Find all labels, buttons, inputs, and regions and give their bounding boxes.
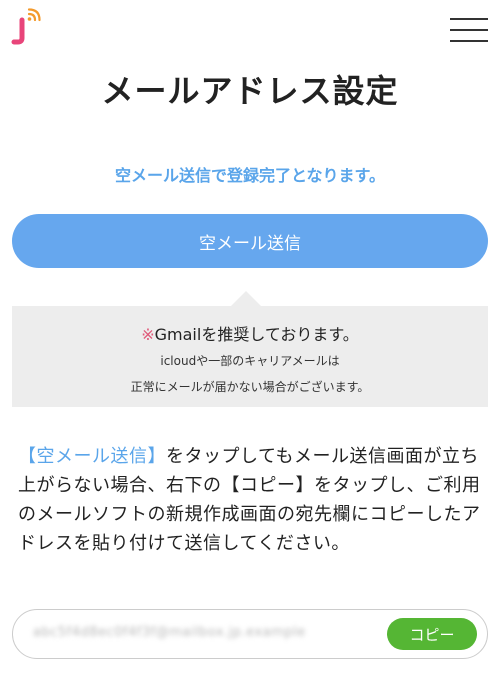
instructions-text: 【空メール送信】をタップしてもメール送信画面が立ち上がらない場合、右下の【コピー… <box>18 442 482 558</box>
email-address-value: abc5f4d8ec0f4f3f@mailbox.jp.example <box>33 625 306 640</box>
notice-main-text: Gmailを推奨しております。 <box>154 325 359 344</box>
menu-bar <box>450 40 488 42</box>
notice-main: ※Gmailを推奨しております。 <box>12 321 488 345</box>
email-address-field[interactable]: abc5f4d8ec0f4f3f@mailbox.jp.example コピー <box>12 609 488 659</box>
hamburger-menu-icon[interactable] <box>450 16 488 44</box>
notice-box: ※Gmailを推奨しております。 icloudや一部のキャリアメールは 正常にメ… <box>12 306 488 407</box>
menu-bar <box>450 29 488 31</box>
lead-text: 空メール送信で登録完了となります。 <box>115 166 385 185</box>
send-empty-mail-button[interactable]: 空メール送信 <box>12 214 488 268</box>
app-logo-icon[interactable] <box>10 8 44 46</box>
menu-bar <box>450 18 488 20</box>
copy-button[interactable]: コピー <box>387 618 477 650</box>
notice-mark: ※ <box>141 325 155 344</box>
page-title: メールアドレス設定 <box>101 72 399 110</box>
notice-sub-line-1: icloudや一部のキャリアメールは <box>160 354 340 368</box>
notice-sub-line-2: 正常にメールが届かない場合がございます。 <box>130 380 370 394</box>
header <box>0 0 500 60</box>
notice-arrow <box>230 291 262 307</box>
instructions-highlight: 【空メール送信】 <box>18 446 166 467</box>
